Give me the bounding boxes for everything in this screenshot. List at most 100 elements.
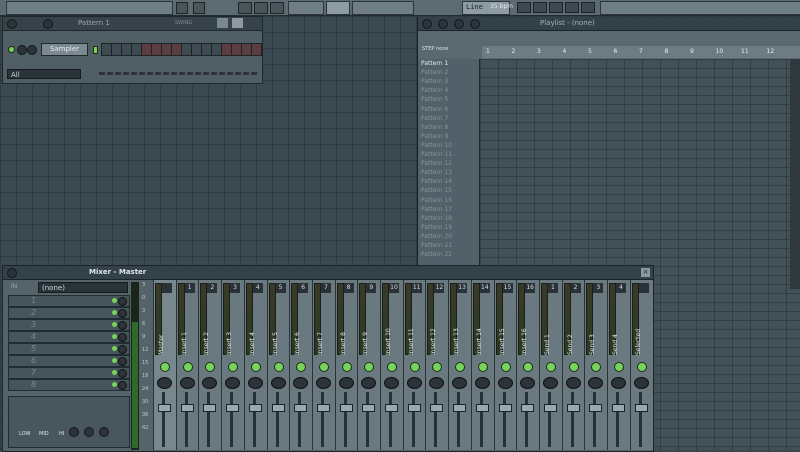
input-select[interactable]: (none): [38, 282, 128, 293]
toolbar-button[interactable]: [176, 2, 188, 14]
track-enable-led[interactable]: [614, 362, 624, 372]
track-enable-led[interactable]: [500, 362, 511, 372]
track-enable-led[interactable]: [591, 362, 602, 372]
pattern-list-item[interactable]: Pattern 17: [421, 206, 452, 215]
track-enable-led[interactable]: [636, 362, 647, 372]
fader-handle[interactable]: [498, 404, 512, 412]
track-volume-fader[interactable]: [252, 392, 256, 447]
track-volume-fader[interactable]: [230, 392, 234, 447]
track-enable-led[interactable]: [205, 362, 216, 372]
track-pan-knob[interactable]: [542, 377, 558, 389]
fx-slot[interactable]: 1: [8, 295, 130, 307]
pattern-list-item[interactable]: Pattern 6: [421, 106, 448, 115]
fx-slot[interactable]: 4: [8, 331, 130, 343]
fx-slot-mix-knob[interactable]: [118, 345, 127, 354]
pattern-list-item[interactable]: Pattern 8: [421, 124, 448, 133]
pattern-list-item[interactable]: Pattern 10: [421, 142, 452, 151]
mixer-window-icon[interactable]: [581, 2, 595, 13]
fx-slot[interactable]: 3: [8, 319, 130, 331]
mixer-track[interactable]: Master: [153, 280, 176, 450]
fader-handle[interactable]: [271, 404, 285, 412]
playlist-title-bar[interactable]: Playlist - (none): [418, 17, 800, 31]
fx-slot-enable-led[interactable]: [112, 298, 117, 303]
mixer-track[interactable]: 7 Insert 7: [311, 280, 335, 450]
track-volume-fader[interactable]: [570, 392, 574, 447]
pencil-tool-icon[interactable]: [438, 19, 448, 29]
pattern-list-item[interactable]: Pattern 16: [421, 197, 452, 206]
track-volume-fader[interactable]: [525, 392, 529, 447]
fx-slot-mix-knob[interactable]: [118, 369, 127, 378]
mixer-track[interactable]: 6 Insert 6: [289, 280, 313, 450]
channel-rack-title-bar[interactable]: Pattern 1 SWING: [3, 17, 262, 31]
stop-button[interactable]: [254, 2, 268, 14]
detached-toggle[interactable]: [217, 18, 228, 28]
mixer-track[interactable]: 4 Insert 4: [243, 280, 267, 450]
brush-tool-icon[interactable]: [454, 19, 464, 29]
pattern-list-item[interactable]: Pattern 11: [421, 151, 452, 160]
channel-select-indicator[interactable]: [93, 46, 98, 54]
pattern-list-item[interactable]: Pattern 22: [421, 251, 452, 260]
track-enable-led[interactable]: [182, 362, 193, 372]
track-pan-knob[interactable]: [361, 377, 377, 389]
eq-knob[interactable]: [69, 427, 79, 437]
eq-knob[interactable]: [99, 427, 109, 437]
track-enable-led[interactable]: [341, 362, 352, 372]
delete-tool-icon[interactable]: [470, 19, 480, 29]
track-pan-knob[interactable]: [225, 377, 241, 389]
track-pan-knob[interactable]: [565, 377, 581, 389]
piano-roll-window-icon[interactable]: [549, 2, 563, 13]
fader-handle[interactable]: [362, 404, 376, 412]
pattern-list-item[interactable]: Pattern 7: [421, 115, 448, 124]
mixer-track[interactable]: 1 Send 1: [538, 280, 562, 450]
channel-mute-led[interactable]: [8, 46, 15, 53]
playlist-scrollbar[interactable]: [790, 59, 800, 289]
track-pan-knob[interactable]: [179, 377, 195, 389]
track-volume-fader[interactable]: [389, 392, 392, 447]
fader-handle[interactable]: [634, 404, 648, 412]
track-volume-fader[interactable]: [434, 392, 438, 447]
fx-slot-enable-led[interactable]: [112, 334, 117, 339]
track-enable-led[interactable]: [455, 362, 466, 372]
pan-knob[interactable]: [17, 45, 27, 55]
menu-icon[interactable]: [7, 19, 17, 29]
mixer-track[interactable]: 3 Insert 3: [221, 280, 245, 450]
track-pan-knob[interactable]: [497, 377, 513, 389]
tempo-display[interactable]: [326, 1, 350, 15]
fader-handle[interactable]: [385, 404, 398, 412]
track-enable-led[interactable]: [545, 362, 556, 372]
track-pan-knob[interactable]: [611, 377, 626, 389]
recording-options[interactable]: [352, 1, 414, 15]
track-enable-led[interactable]: [318, 362, 329, 372]
fx-slot-mix-knob[interactable]: [118, 297, 127, 306]
track-volume-fader[interactable]: [457, 392, 461, 447]
fader-handle[interactable]: [180, 404, 194, 412]
toolbar-button[interactable]: [193, 2, 205, 14]
track-enable-led[interactable]: [296, 362, 307, 372]
pattern-list-item[interactable]: Pattern 21: [421, 242, 452, 251]
close-icon[interactable]: ×: [641, 268, 650, 277]
mixer-track[interactable]: 11 Insert 11: [402, 280, 426, 450]
fader-handle[interactable]: [248, 404, 262, 412]
pattern-song-switch[interactable]: [288, 1, 324, 15]
track-volume-fader[interactable]: [275, 392, 279, 447]
fader-handle[interactable]: [430, 404, 444, 412]
fx-slot-mix-knob[interactable]: [118, 309, 127, 318]
fader-handle[interactable]: [566, 404, 580, 412]
fx-slot-enable-led[interactable]: [112, 370, 117, 375]
volume-knob[interactable]: [27, 45, 37, 55]
track-enable-led[interactable]: [250, 362, 261, 372]
mixer-track[interactable]: Selected: [629, 280, 653, 450]
pattern-list-item[interactable]: Pattern 4: [421, 87, 448, 96]
fx-slot-enable-led[interactable]: [112, 346, 117, 351]
menu-icon[interactable]: [7, 268, 17, 278]
track-enable-led[interactable]: [228, 362, 239, 372]
track-enable-led[interactable]: [273, 362, 284, 372]
track-volume-fader[interactable]: [593, 392, 597, 447]
track-pan-knob[interactable]: [384, 377, 399, 389]
track-volume-fader[interactable]: [638, 392, 642, 447]
fader-handle[interactable]: [294, 404, 308, 412]
track-pan-knob[interactable]: [588, 377, 604, 389]
mixer-track[interactable]: 2 Insert 2: [198, 280, 222, 450]
pattern-list-item[interactable]: Pattern 15: [421, 187, 452, 196]
track-pan-knob[interactable]: [429, 377, 445, 389]
